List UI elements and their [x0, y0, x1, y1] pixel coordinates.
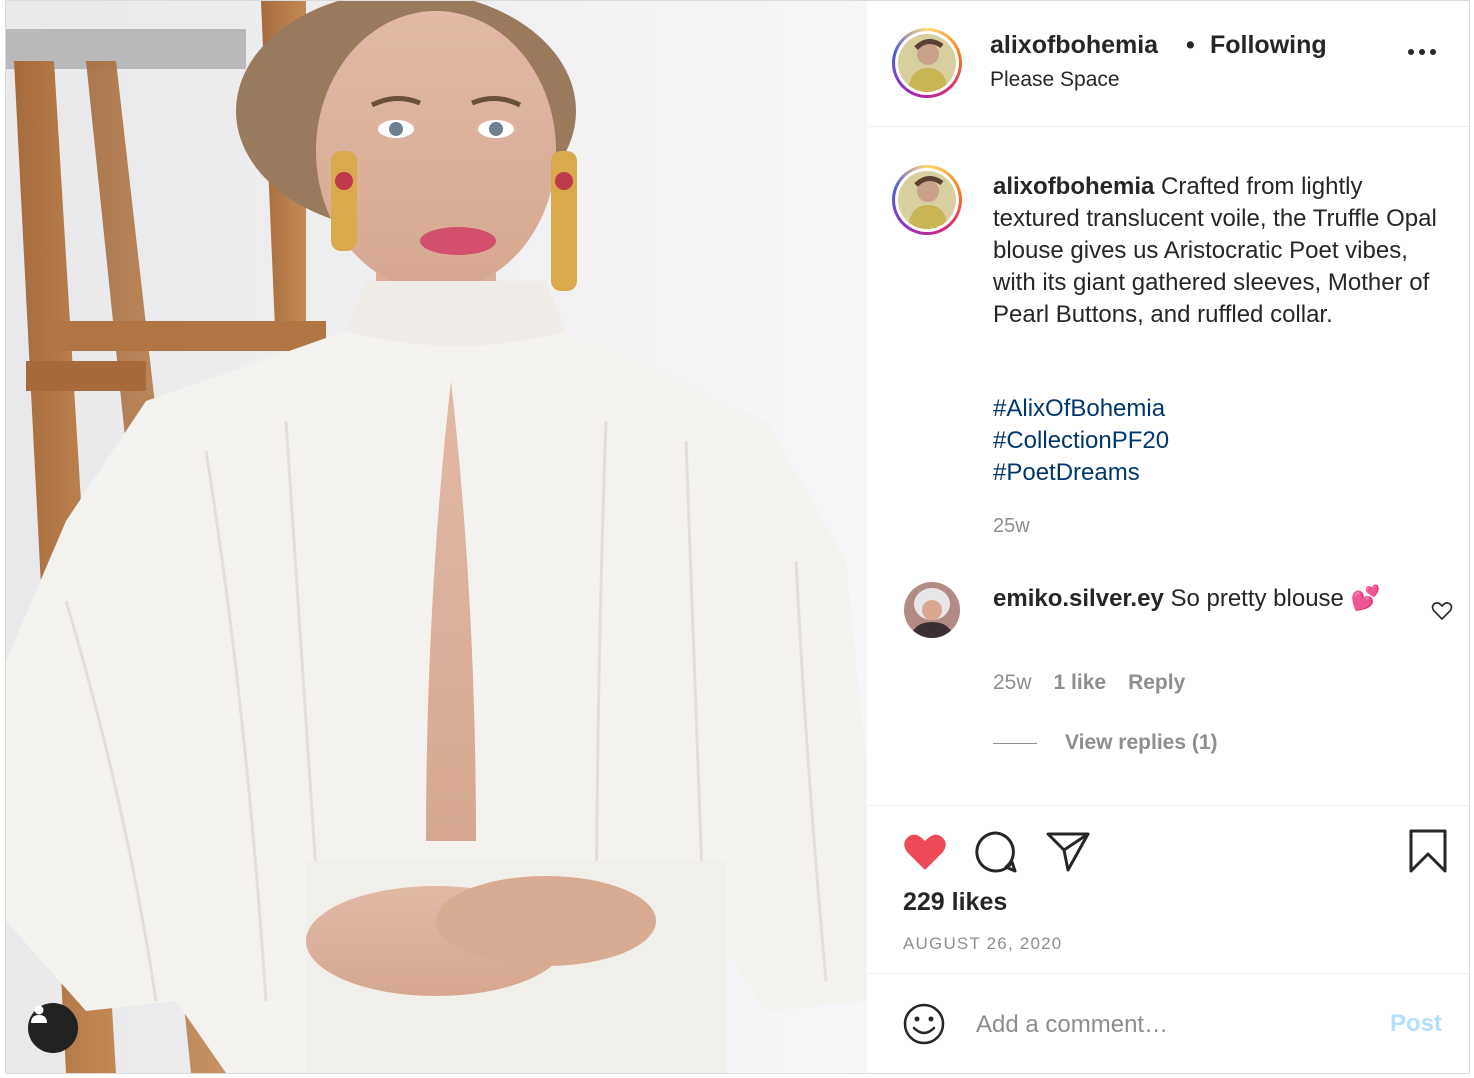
caption-timestamp[interactable]: 25w [993, 515, 1030, 538]
emoji-icon[interactable] [902, 1002, 946, 1046]
author-username[interactable]: alixofbohemia [990, 31, 1158, 60]
post-photo[interactable] [6, 1, 867, 1073]
add-comment-bar: Post [868, 973, 1469, 1073]
caption: alixofbohemia Crafted from lightly textu… [993, 171, 1453, 331]
comment-text: So pretty blouse 💕 [1170, 585, 1381, 612]
reply-button[interactable]: Reply [1128, 671, 1185, 695]
heart-icon[interactable] [903, 832, 947, 877]
hashtag-link[interactable]: #PoetDreams [993, 457, 1169, 489]
following-button[interactable]: Following [1210, 31, 1327, 60]
bookmark-icon[interactable] [1408, 828, 1448, 879]
comment-input[interactable] [974, 1004, 1358, 1046]
post-container: alixofbohemia • Following Please Space a… [5, 0, 1470, 1074]
commenter-username[interactable]: emiko.silver.ey [993, 585, 1164, 612]
comment-like-count[interactable]: 1 like [1054, 671, 1107, 695]
caption-username[interactable]: alixofbohemia [993, 173, 1154, 200]
post-header: alixofbohemia • Following Please Space [868, 1, 1469, 127]
comment: emiko.silver.ey So pretty blouse 💕 [993, 583, 1413, 615]
heart-outline-icon[interactable] [1430, 599, 1454, 623]
replies-divider [993, 742, 1037, 744]
comment-icon[interactable] [974, 830, 1018, 879]
post-side-panel: alixofbohemia • Following Please Space a… [868, 1, 1469, 1073]
share-icon[interactable] [1046, 830, 1090, 879]
post-comment-button[interactable]: Post [1390, 1010, 1442, 1038]
hashtag-list: #AlixOfBohemia #CollectionPF20 #PoetDrea… [993, 393, 1169, 489]
commenter-avatar[interactable] [904, 582, 960, 638]
hashtag-link[interactable]: #AlixOfBohemia [993, 393, 1169, 425]
post-actions: 229 likes AUGUST 26, 2020 [868, 805, 1469, 973]
photo-illustration [6, 1, 867, 1073]
like-count[interactable]: 229 likes [903, 888, 1007, 917]
view-replies-label: View replies (1) [1065, 731, 1218, 754]
separator-dot: • [1186, 31, 1195, 59]
comments-section[interactable]: alixofbohemia Crafted from lightly textu… [868, 127, 1469, 805]
user-tag-icon[interactable] [28, 1003, 78, 1053]
post-date[interactable]: AUGUST 26, 2020 [903, 934, 1062, 954]
hashtag-link[interactable]: #CollectionPF20 [993, 425, 1169, 457]
view-replies-button[interactable]: View replies (1) [993, 731, 1218, 755]
post-location[interactable]: Please Space [990, 68, 1120, 92]
comment-timestamp[interactable]: 25w [993, 671, 1032, 695]
caption-author-avatar[interactable] [892, 165, 962, 235]
author-avatar[interactable] [892, 28, 962, 98]
more-options-icon[interactable] [1408, 49, 1456, 79]
comment-meta: 25w 1 like Reply [993, 671, 1185, 695]
